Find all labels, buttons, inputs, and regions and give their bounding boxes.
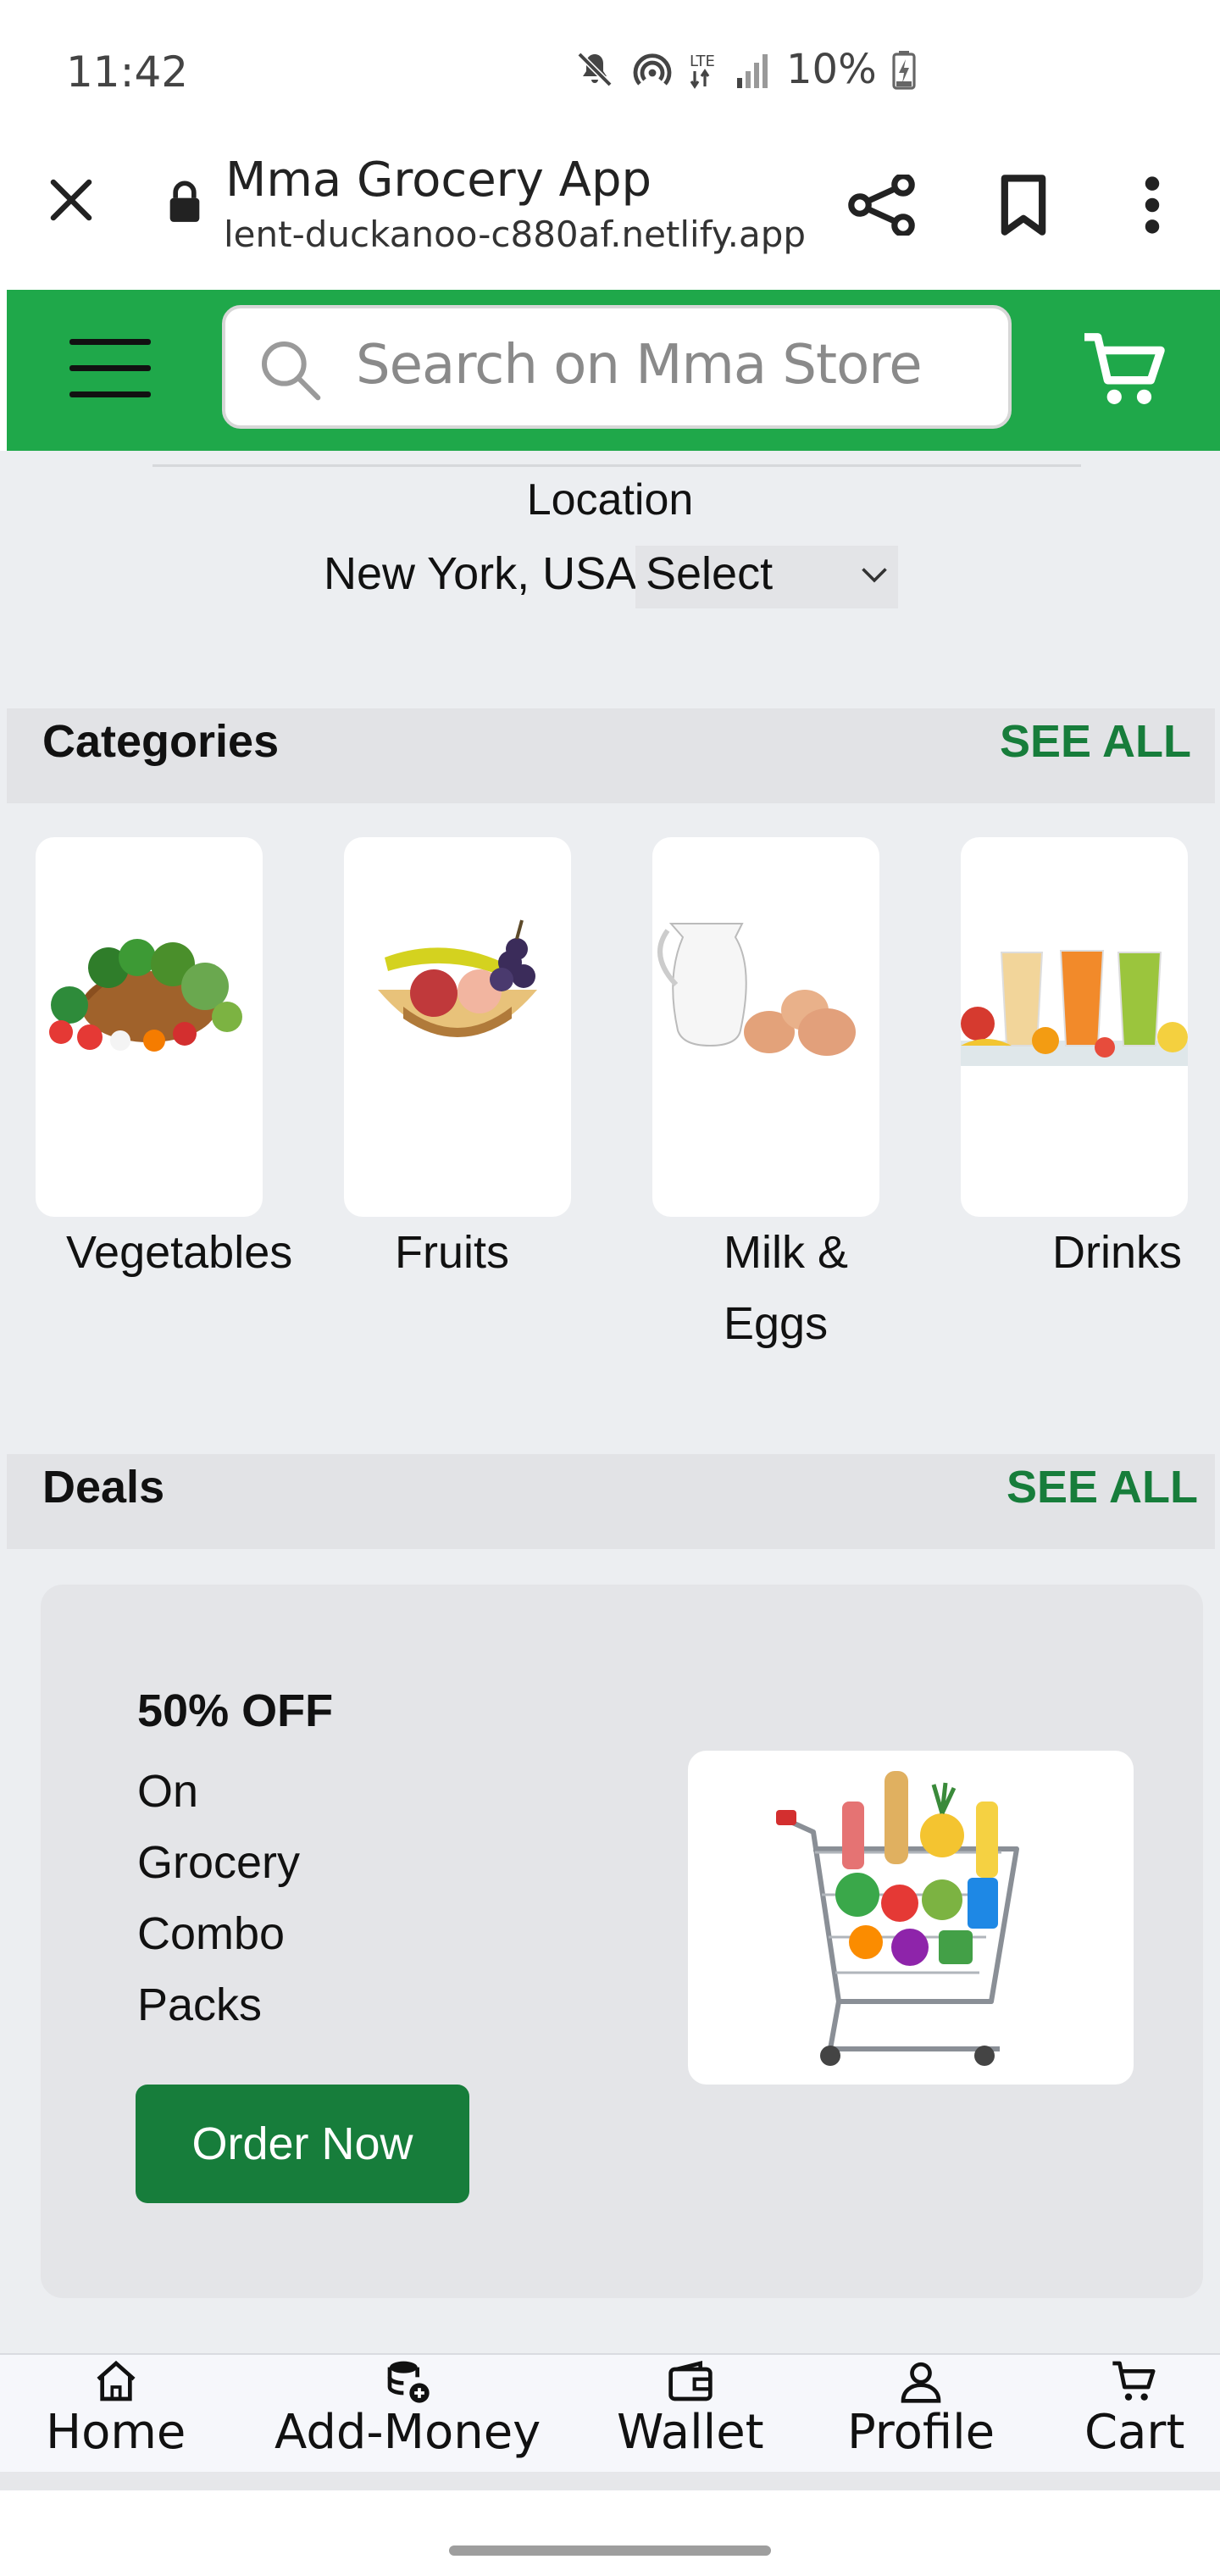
home-icon (97, 2360, 136, 2401)
nav-home-label: Home (46, 2405, 186, 2460)
bottom-strip (0, 2472, 1220, 2490)
nav-wallet[interactable]: Wallet (617, 2357, 764, 2460)
location-value: New York, USA (324, 548, 637, 599)
deal-line-3: Combo (137, 1908, 286, 1959)
chevron-down-icon (862, 568, 887, 583)
add-money-icon (387, 2361, 430, 2403)
deals-see-all-link[interactable]: SEE ALL (1006, 1461, 1198, 1513)
search-placeholder: Search on Mma Store (356, 334, 923, 397)
fruit-basket-image (378, 919, 537, 1037)
browser-url[interactable]: lent-duckanoo-c880af.netlify.app (224, 214, 806, 255)
deals-title: Deals (42, 1462, 165, 1513)
order-now-button[interactable]: Order Now (136, 2085, 469, 2203)
battery-percent: 10% (786, 46, 877, 93)
deal-line-4: Packs (137, 1979, 263, 2030)
category-label-milk-eggs: Milk & Eggs (724, 1227, 848, 1349)
location-label: Location (526, 475, 694, 525)
nav-cart[interactable]: Cart (1084, 2357, 1184, 2460)
location-select-label: Select (646, 548, 774, 599)
nav-cart-label: Cart (1084, 2405, 1185, 2460)
category-card-drinks[interactable] (961, 837, 1188, 1217)
cart-icon (1112, 2361, 1156, 2401)
hotspot-icon (633, 53, 672, 86)
nav-add-money[interactable]: Add-Money (274, 2357, 541, 2460)
deal-line-1: On (137, 1766, 199, 1817)
battery-charging-icon (892, 51, 916, 90)
share-icon[interactable] (847, 175, 918, 236)
deal-headline: 50% OFF (137, 1685, 334, 1736)
category-label-drinks: Drinks (1052, 1227, 1183, 1278)
category-card-milk-eggs[interactable] (652, 837, 879, 1217)
close-icon[interactable] (47, 176, 95, 224)
browser-page-title: Mma Grocery App (225, 153, 652, 208)
cart-icon[interactable] (1081, 330, 1167, 410)
grocery-cart-image (776, 1771, 1019, 2066)
wallet-icon (668, 2361, 713, 2401)
mute-icon (577, 52, 613, 87)
categories-see-all-link[interactable]: SEE ALL (1000, 715, 1191, 768)
category-card-fruits[interactable] (344, 837, 571, 1217)
nav-home[interactable]: Home (46, 2357, 186, 2460)
lte-signal-icon: LTE (690, 53, 768, 89)
search-icon (262, 341, 321, 401)
deal-image-frame (688, 1751, 1134, 2085)
nav-wallet-label: Wallet (617, 2405, 764, 2460)
nav-add-money-label: Add-Money (274, 2405, 541, 2460)
menu-icon[interactable] (69, 339, 151, 398)
status-icons: LTE 10% (574, 44, 916, 95)
svg-text:LTE: LTE (690, 53, 715, 70)
deal-description: On Grocery Combo Packs (137, 1756, 391, 2040)
lock-icon (169, 180, 200, 222)
milk-eggs-image (657, 923, 856, 1056)
nav-profile-label: Profile (847, 2405, 995, 2460)
category-label-fruits: Fruits (395, 1227, 509, 1278)
bookmark-icon[interactable] (996, 173, 1051, 237)
categories-title: Categories (42, 716, 280, 767)
nav-profile[interactable]: Profile (847, 2357, 995, 2460)
divider (152, 464, 1081, 467)
gesture-handle[interactable] (449, 2545, 771, 2556)
more-options-icon[interactable] (1135, 173, 1169, 237)
category-card-vegetables[interactable] (36, 837, 263, 1217)
profile-icon (901, 2362, 941, 2403)
deal-line-2: Grocery (137, 1837, 301, 1888)
drinks-image (961, 950, 1188, 1066)
status-time: 11:42 (66, 47, 189, 97)
category-label-vegetables: Vegetables (66, 1227, 293, 1278)
vegetable-basket-image (49, 939, 242, 1052)
